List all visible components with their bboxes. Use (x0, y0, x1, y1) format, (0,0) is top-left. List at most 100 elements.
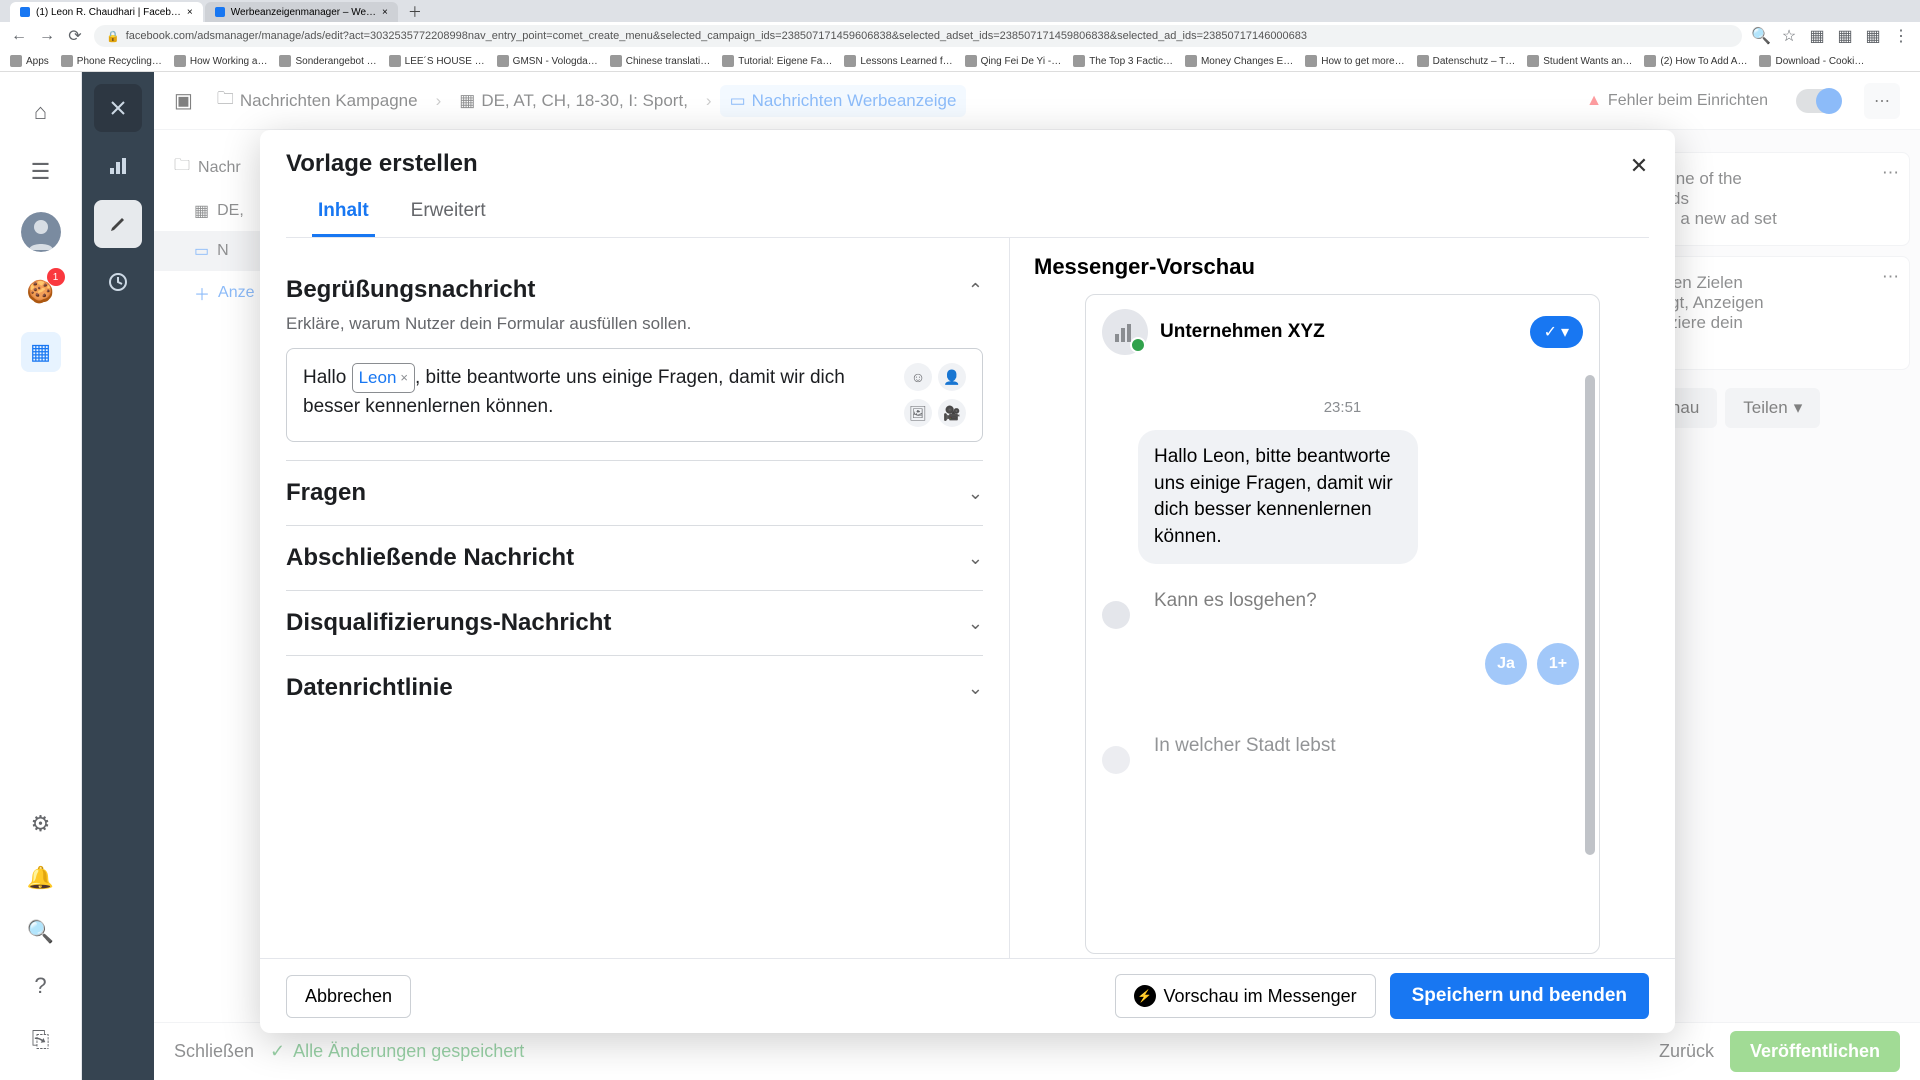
message-row: Hallo Leon, bitte beantworte uns einige … (1086, 430, 1599, 564)
url-input[interactable]: 🔒facebook.com/adsmanager/manage/ads/edit… (94, 25, 1742, 47)
chart-icon[interactable] (94, 142, 142, 190)
section-questions: Fragen ⌄ (286, 461, 983, 526)
tab-advanced[interactable]: Erweitert (405, 188, 492, 237)
close-icon[interactable]: × (187, 7, 193, 18)
bookmark-icon (389, 55, 401, 67)
browser-tab[interactable]: Werbeanzeigenmanager – We…× (205, 2, 398, 22)
new-tab-button[interactable]: ＋ (400, 2, 430, 22)
bookmark-icon (1185, 55, 1197, 67)
quick-reply-button[interactable]: 1+ (1537, 643, 1579, 685)
bookmark-item[interactable]: Sonderangebot … (279, 55, 376, 67)
bookmark-icon (1527, 55, 1539, 67)
section-toggle[interactable]: Begrüßungsnachricht ⌃ (286, 276, 983, 304)
greeting-toolbar: ☺ 👤 🖼 🎥 (904, 363, 966, 427)
modal-tabs: Inhalt Erweitert (286, 178, 1649, 238)
collapse-icon[interactable]: ⎘ (21, 1020, 61, 1060)
preview-messenger-button[interactable]: ⚡ Vorschau im Messenger (1115, 974, 1376, 1018)
chevron-down-icon: ▾ (1561, 322, 1569, 342)
bookmark-item[interactable]: How Working a… (174, 55, 268, 67)
bookmark-item[interactable]: Chinese translati… (610, 55, 710, 67)
bookmark-item[interactable]: (2) How To Add A… (1644, 55, 1747, 67)
bookmark-item[interactable]: Tutorial: Eigene Fa… (722, 55, 832, 67)
chevron-down-icon: ⌄ (968, 483, 983, 504)
greeting-text: Hallo Leon×, bitte beantworte uns einige… (303, 363, 894, 421)
bookmark-item[interactable]: How to get more… (1305, 55, 1404, 67)
bookmark-item[interactable]: Phone Recycling… (61, 55, 162, 67)
facebook-favicon (20, 7, 30, 17)
extension-icon[interactable]: ▦ (1864, 27, 1882, 45)
image-icon[interactable]: 🖼 (904, 399, 932, 427)
star-icon[interactable]: ☆ (1780, 27, 1798, 45)
chart-icon (1113, 320, 1137, 344)
close-icon[interactable] (94, 84, 142, 132)
avatar[interactable] (21, 212, 61, 252)
facebook-left-rail: ⌂ ☰ 🍪 1 ▦ ⚙ 🔔 🔍 ? ⎘ (0, 72, 82, 1080)
grid-icon[interactable]: ▦ (21, 332, 61, 372)
section-toggle[interactable]: Datenrichtlinie ⌄ (286, 674, 983, 702)
close-icon[interactable]: × (382, 7, 388, 18)
extension-icon[interactable]: ▦ (1808, 27, 1826, 45)
help-icon[interactable]: ? (21, 966, 61, 1006)
message-bubble: Hallo Leon, bitte beantworte uns einige … (1138, 430, 1418, 564)
section-title: Fragen (286, 479, 366, 507)
bookmark-item[interactable]: Lessons Learned f… (844, 55, 952, 67)
section-title: Abschließende Nachricht (286, 544, 574, 572)
bookmark-item[interactable]: Money Changes E… (1185, 55, 1293, 67)
cancel-button[interactable]: Abbrechen (286, 975, 411, 1018)
greeting-input[interactable]: Hallo Leon×, bitte beantworte uns einige… (286, 348, 983, 442)
chevron-down-icon: ⌄ (968, 613, 983, 634)
back-icon[interactable]: ← (10, 27, 28, 45)
bookmark-icon (844, 55, 856, 67)
section-toggle[interactable]: Abschließende Nachricht ⌄ (286, 544, 983, 572)
quick-reply-button[interactable]: Ja (1485, 643, 1527, 685)
close-icon[interactable]: × (400, 368, 408, 388)
pencil-icon[interactable] (94, 200, 142, 248)
forward-icon[interactable]: → (38, 27, 56, 45)
verified-badge: ✓▾ (1530, 316, 1583, 348)
bookmark-item[interactable]: Student Wants an… (1527, 55, 1632, 67)
menu-icon[interactable]: ☰ (21, 152, 61, 192)
bookmark-item[interactable]: Download - Cooki… (1759, 55, 1864, 67)
home-icon[interactable]: ⌂ (21, 92, 61, 132)
cookie-icon[interactable]: 🍪 1 (21, 272, 61, 312)
company-name: Unternehmen XYZ (1160, 321, 1325, 343)
zoom-icon[interactable]: 🔍 (1752, 27, 1770, 45)
bookmark-item[interactable]: GMSN - Vologda… (497, 55, 598, 67)
apps-button[interactable]: Apps (10, 55, 49, 67)
menu-icon[interactable]: ⋮ (1892, 27, 1910, 45)
bell-icon[interactable]: 🔔 (21, 858, 61, 898)
section-title: Disqualifizierungs-Nachricht (286, 609, 611, 637)
scrollbar[interactable] (1585, 375, 1595, 855)
bookmark-icon (497, 55, 509, 67)
modal-footer: Abbrechen ⚡ Vorschau im Messenger Speich… (260, 958, 1675, 1033)
section-policy: Datenrichtlinie ⌄ (286, 656, 983, 720)
reload-icon[interactable]: ⟳ (66, 27, 84, 45)
company-avatar (1102, 309, 1148, 355)
gear-icon[interactable]: ⚙ (21, 804, 61, 844)
video-icon[interactable]: 🎥 (938, 399, 966, 427)
modal-title: Vorlage erstellen (286, 150, 1649, 178)
extension-icon[interactable]: ▦ (1836, 27, 1854, 45)
search-icon[interactable]: 🔍 (21, 912, 61, 952)
tab-content[interactable]: Inhalt (312, 188, 375, 237)
save-button[interactable]: Speichern und beenden (1390, 973, 1649, 1019)
bookmark-item[interactable]: Qing Fei De Yi -… (965, 55, 1062, 67)
browser-tab[interactable]: (1) Leon R. Chaudhari | Faceb…× (10, 2, 203, 22)
section-toggle[interactable]: Disqualifizierungs-Nachricht ⌄ (286, 609, 983, 637)
name-chip[interactable]: Leon× (352, 363, 415, 393)
url-text: facebook.com/adsmanager/manage/ads/edit?… (126, 30, 1307, 42)
person-icon[interactable]: 👤 (938, 363, 966, 391)
section-disqualification: Disqualifizierungs-Nachricht ⌄ (286, 591, 983, 656)
bookmark-item[interactable]: LEE´S HOUSE … (389, 55, 485, 67)
close-icon[interactable]: ✕ (1621, 148, 1657, 184)
history-icon[interactable] (94, 258, 142, 306)
bookmark-item[interactable]: The Top 3 Factic… (1073, 55, 1173, 67)
bookmark-item[interactable]: Datenschutz – T… (1417, 55, 1516, 67)
emoji-icon[interactable]: ☺ (904, 363, 932, 391)
bookmark-icon (1305, 55, 1317, 67)
bookmark-icon (1073, 55, 1085, 67)
bookmark-icon (722, 55, 734, 67)
section-toggle[interactable]: Fragen ⌄ (286, 479, 983, 507)
section-title: Datenrichtlinie (286, 674, 453, 702)
bookmark-icon (1759, 55, 1771, 67)
